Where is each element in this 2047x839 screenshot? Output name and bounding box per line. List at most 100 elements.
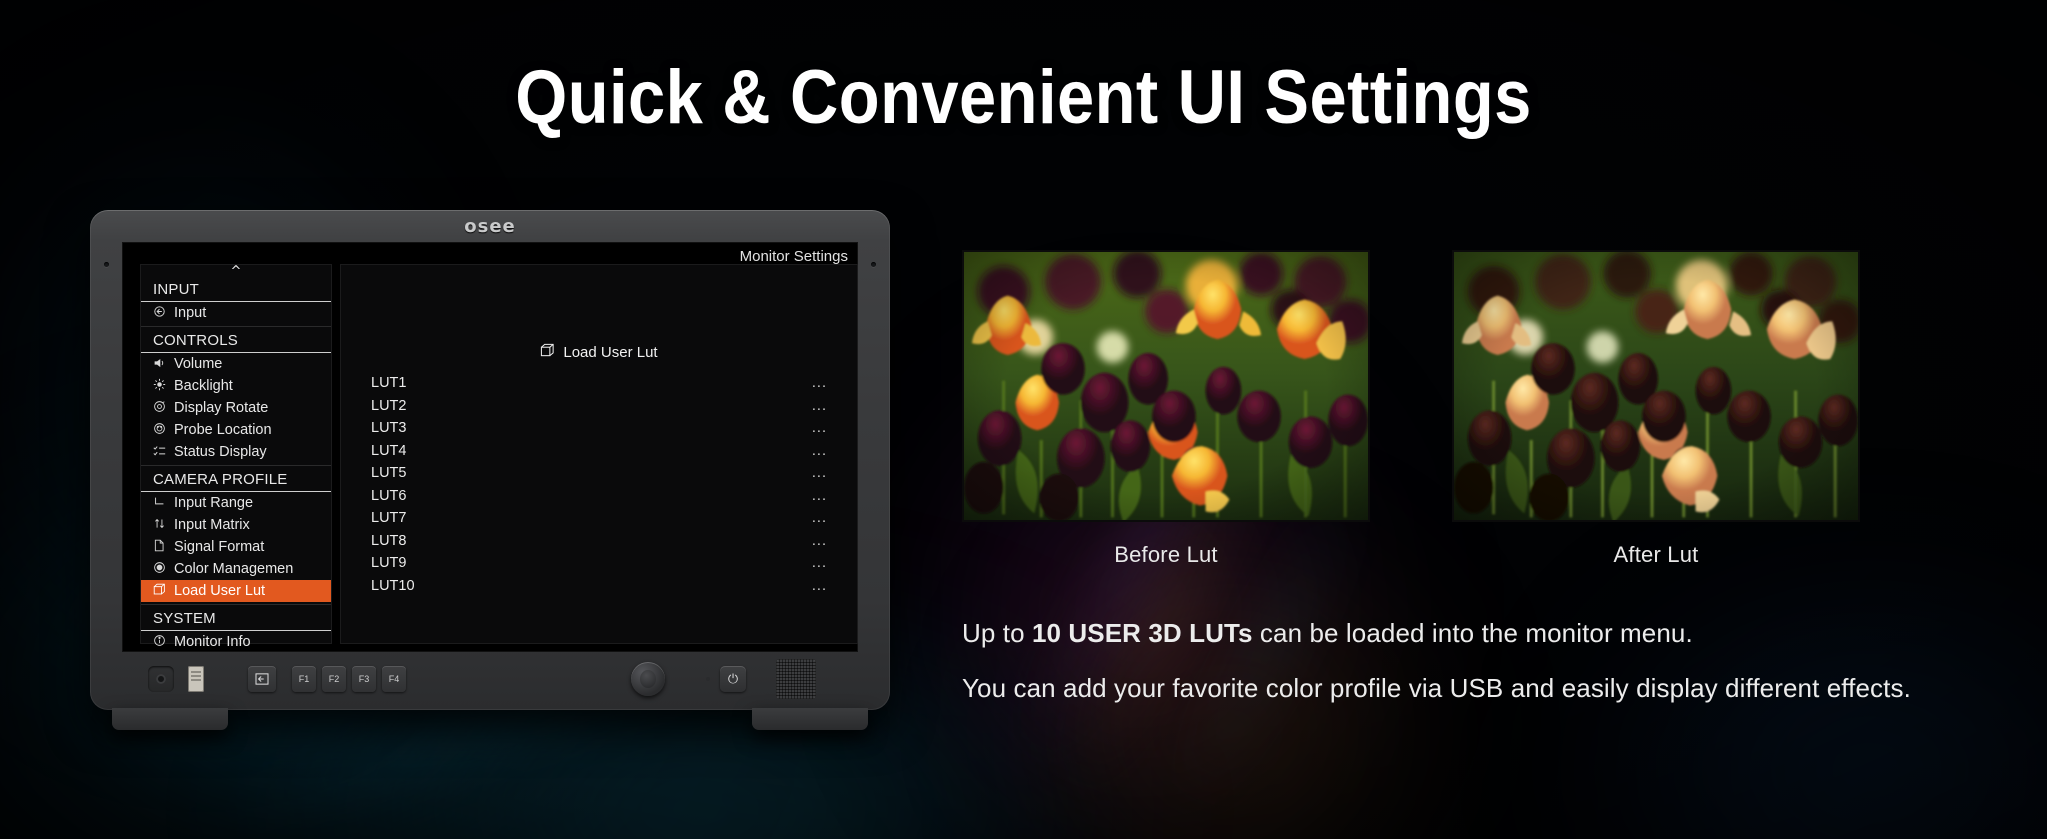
osd-menu-item-backlight[interactable]: Backlight [141, 375, 331, 397]
lut-slot-row[interactable]: LUT1... [369, 372, 829, 395]
osd-menu-item-label: Backlight [174, 378, 233, 394]
lut-cube-icon [540, 343, 555, 362]
osd-group-title-controls: CONTROLS [141, 329, 331, 353]
lut-slot-row[interactable]: LUT2... [369, 395, 829, 418]
monitor-foot-right [752, 708, 868, 730]
osd-menu-item-display-rotate[interactable]: Display Rotate [141, 397, 331, 419]
list-check-icon [151, 445, 167, 460]
lut-slot-value: ... [811, 397, 827, 414]
function-button-f4[interactable]: F4 [382, 666, 406, 692]
before-lut-photo [962, 250, 1370, 522]
lut-slot-value: ... [811, 375, 827, 392]
lut-slot-value: ... [811, 442, 827, 459]
osd-menu-item-label: Load User Lut [174, 583, 266, 599]
rotary-knob[interactable] [631, 662, 665, 696]
page-title: Quick & Convenient UI Settings [515, 55, 1532, 140]
lut-slot-row[interactable]: LUT3... [369, 417, 829, 440]
lut-slot-row[interactable]: LUT6... [369, 485, 829, 508]
osd-menu-item-input-matrix[interactable]: Input Matrix [141, 514, 331, 536]
osd-header-title: Monitor Settings [739, 248, 848, 265]
lut-slot-label: LUT8 [371, 532, 407, 549]
lut-slot-label: LUT4 [371, 442, 407, 459]
lut-panel-heading-label: Load User Lut [563, 344, 658, 361]
lut-slot-row[interactable]: LUT4... [369, 440, 829, 463]
monitor-product-image: osee Monitor Settings ^ INPUT Input CONTRO… [90, 210, 890, 730]
osd-menu-item-label: Volume [174, 356, 223, 372]
lut-slot-label: LUT10 [371, 577, 415, 594]
description-line1-post: can be loaded into the monitor menu. [1252, 618, 1693, 648]
osd-body: ^ INPUT Input CONTROLS Volume Backlight Displ… [140, 264, 858, 650]
before-lut-block: Before Lut [962, 250, 1370, 568]
osd-menu-item-input-range[interactable]: Input Range [141, 492, 331, 514]
input-source-button[interactable] [248, 666, 276, 692]
lut-slot-value: ... [811, 465, 827, 482]
lut-slot-row[interactable]: LUT5... [369, 462, 829, 485]
power-button[interactable]: ⏻ [720, 666, 746, 692]
tally-dot-right [871, 262, 876, 267]
chevron-up-icon[interactable]: ^ [141, 265, 331, 278]
lut-slot-value: ... [811, 555, 827, 572]
osd-menu-item-probe-location[interactable]: Probe Location [141, 419, 331, 441]
osd-menu-item-input[interactable]: Input [141, 302, 331, 324]
osd-menu-item-label: Probe Location [174, 422, 272, 438]
lut-slot-value: ... [811, 532, 827, 549]
function-button-f2[interactable]: F2 [322, 666, 346, 692]
function-button-f1[interactable]: F1 [292, 666, 316, 692]
osd-menu-item-label: Display Rotate [174, 400, 269, 416]
lut-cube-icon [151, 583, 167, 599]
probe-target-icon [151, 422, 167, 438]
color-management-icon [151, 561, 167, 577]
after-lut-block: After Lut [1452, 250, 1860, 568]
osd-group-title-camera-profile: CAMERA PROFILE [141, 468, 331, 492]
osd-menu-item-color-managemen[interactable]: Color Managemen [141, 558, 331, 580]
osd-menu-item-monitor-info[interactable]: Monitor Info [141, 631, 331, 652]
lut-slot-value: ... [811, 577, 827, 594]
brightness-icon [151, 378, 167, 394]
osd-menu-item-volume[interactable]: Volume [141, 353, 331, 375]
lut-slot-label: LUT5 [371, 465, 407, 482]
speaker-icon [151, 357, 167, 372]
f1-label: F1 [298, 674, 310, 684]
monitor-chassis: osee Monitor Settings ^ INPUT Input CONTRO… [90, 210, 890, 710]
rotate-icon [151, 400, 167, 416]
osd-overlay: Monitor Settings ^ INPUT Input CONTROLS Vol… [122, 242, 858, 652]
osd-menu-item-label: Signal Format [174, 539, 265, 555]
input-matrix-icon [151, 517, 167, 533]
monitor-screen: Monitor Settings ^ INPUT Input CONTROLS Vol… [122, 242, 858, 652]
description-line-1: Up to 10 USER 3D LUTs can be loaded into… [962, 616, 1992, 651]
lut-slot-row[interactable]: LUT9... [369, 552, 829, 575]
function-button-f3[interactable]: F3 [352, 666, 376, 692]
lut-slot-row[interactable]: LUT8... [369, 530, 829, 553]
lut-slot-label: LUT1 [371, 375, 407, 392]
osd-menu-item-load-user-lut[interactable]: Load User Lut [141, 580, 331, 602]
description-line1-pre: Up to [962, 618, 1032, 648]
lut-slot-row[interactable]: LUT7... [369, 507, 829, 530]
osd-menu-item-signal-format[interactable]: Signal Format [141, 536, 331, 558]
osd-menu-list[interactable]: ^ INPUT Input CONTROLS Volume Backlight Displ… [140, 264, 332, 650]
lut-slot-value: ... [811, 510, 827, 527]
osd-menu-item-label: Monitor Info [174, 634, 251, 650]
after-lut-photo [1452, 250, 1860, 522]
osd-group-title-system: SYSTEM [141, 607, 331, 631]
lut-comparison-row: Before Lut After Lut [962, 250, 1992, 568]
osd-menu-item-status-display[interactable]: Status Display [141, 441, 331, 463]
before-lut-caption: Before Lut [1114, 542, 1218, 567]
brand-logo: osee [464, 216, 516, 237]
f4-label: F4 [388, 674, 400, 684]
lut-slot-row[interactable]: LUT10... [369, 575, 829, 598]
osd-group-separator [141, 326, 331, 327]
input-range-icon [151, 496, 167, 510]
osd-group-separator [141, 465, 331, 466]
usb-port-icon [188, 666, 204, 692]
after-lut-caption: After Lut [1613, 542, 1699, 567]
tally-dot-left [104, 262, 109, 267]
info-icon [151, 634, 167, 650]
lut-slot-list[interactable]: LUT1... LUT2... LUT3... LUT4... LUT5... LUT6.… [369, 372, 829, 597]
headphone-jack-icon [148, 666, 174, 692]
osd-menu-item-label: Color Managemen [174, 561, 294, 577]
lut-slot-value: ... [811, 420, 827, 437]
lut-slot-label: LUT7 [371, 510, 407, 527]
monitor-foot-left [112, 708, 228, 730]
power-led-indicator [706, 677, 710, 681]
osd-group-separator [141, 604, 331, 605]
